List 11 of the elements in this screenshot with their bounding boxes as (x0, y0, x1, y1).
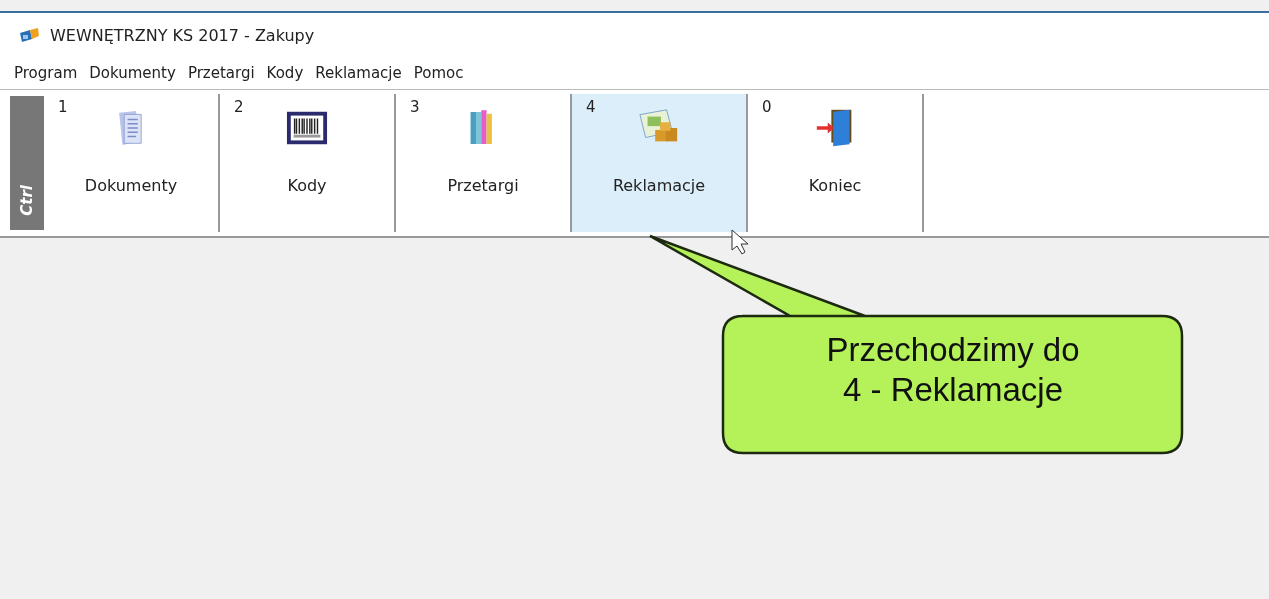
app-icon (18, 27, 40, 43)
menu-item[interactable]: Program (8, 64, 84, 82)
menu-item[interactable]: Reklamacje (309, 64, 408, 82)
menu-item[interactable]: Kody (260, 64, 310, 82)
callout-text: Przechodzimy do 4 - Reklamacje (825, 330, 1081, 410)
menu-item[interactable]: Pomoc (407, 64, 470, 82)
window-title: WEWNĘTRZNY KS 2017 - Zakupy (50, 25, 315, 45)
modifier-label: Ctrl (18, 185, 36, 216)
menu-item[interactable]: Przetargi (181, 64, 261, 82)
toolbar-button[interactable]: 4 Reklamacje (572, 94, 748, 232)
menu-item[interactable]: Dokumenty (83, 64, 182, 82)
